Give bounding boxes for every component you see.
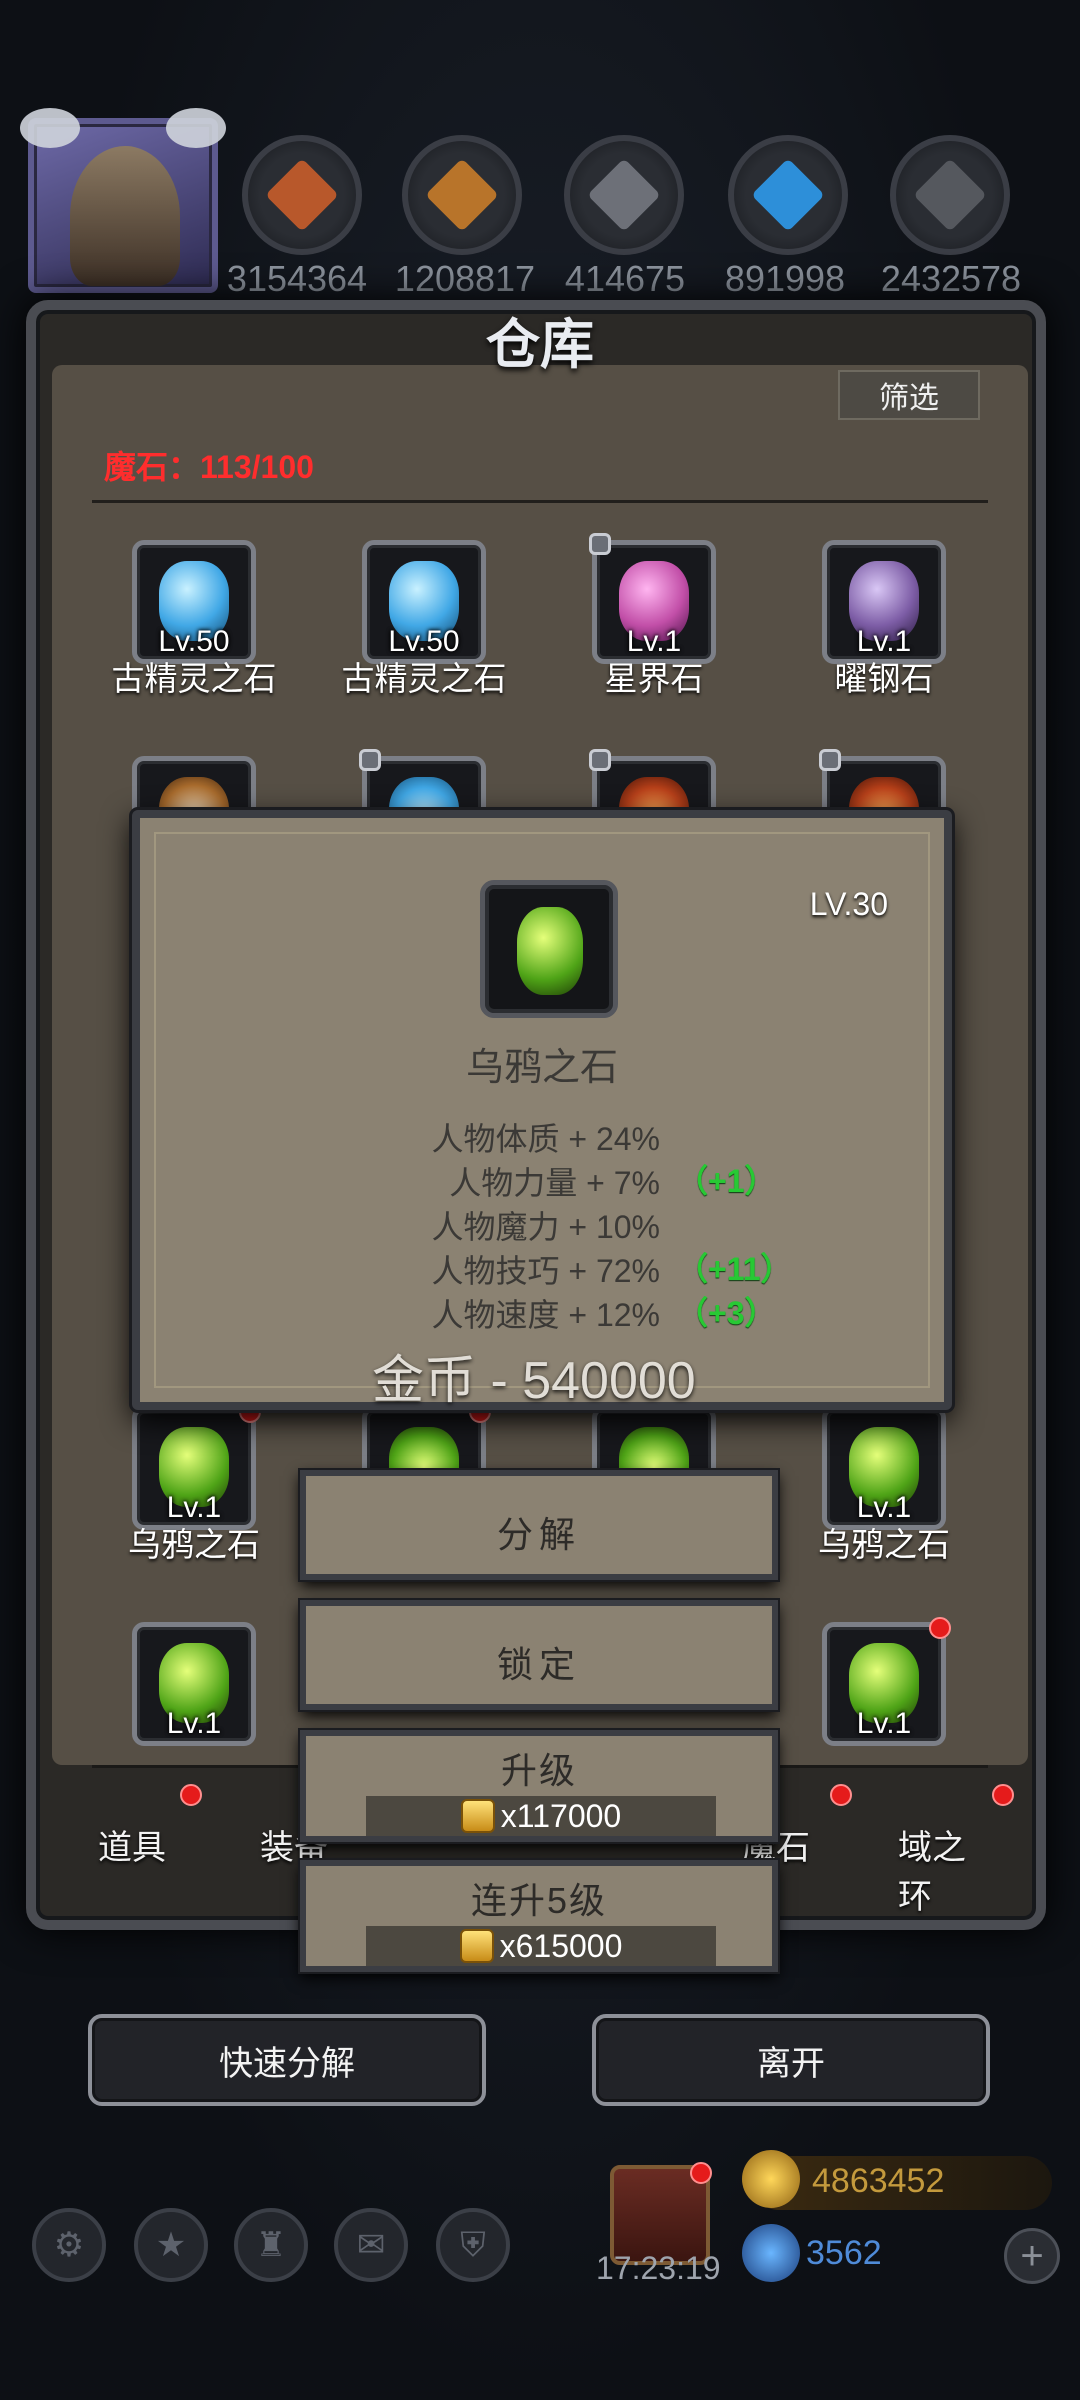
iron-resource-icon	[564, 135, 684, 255]
upgrade-label: 升级	[500, 1750, 577, 1791]
item-slot[interactable]: Lv.1	[132, 1622, 256, 1746]
event-timer: 17:23:19	[596, 2250, 721, 2286]
notification-dot	[929, 1617, 951, 1639]
stat-line: 人物体质 + 24%	[431, 1121, 660, 1157]
stat-line: 人物魔力 + 10%	[431, 1209, 660, 1245]
item-name: 古精灵之石	[111, 660, 277, 697]
resource-count: 2432578	[880, 258, 1022, 299]
item-slot[interactable]: Lv.50	[132, 540, 256, 664]
guild-icon[interactable]: ♜	[234, 2208, 308, 2282]
item-name: 乌鸦之石	[818, 1526, 950, 1563]
notification-dot	[830, 1784, 852, 1806]
filter-button[interactable]: 筛选	[838, 370, 980, 420]
resource-count: 1208817	[394, 258, 536, 299]
lock-button[interactable]: 锁定	[300, 1600, 778, 1710]
stat-line: 人物技巧 + 72%	[431, 1253, 660, 1289]
item-price: 金币 - 540000	[372, 1352, 696, 1410]
mail-icon[interactable]: ✉	[334, 2208, 408, 2282]
item-detail-name: 乌鸦之石	[465, 1047, 618, 1089]
lock-icon	[589, 533, 611, 555]
tab-items[interactable]: 道具	[98, 1820, 166, 1869]
resource-count: 891998	[724, 258, 846, 299]
tab-domain-ring[interactable]: 域之环	[898, 1820, 992, 1918]
item-name: 古精灵之石	[341, 660, 507, 697]
item-name: 星界石	[604, 660, 704, 697]
item-detail-popup: LV.30 乌鸦之石 人物体质 + 24% 人物力量 + 7% （+1） 人物魔…	[132, 810, 952, 1410]
notification-dot	[690, 2162, 712, 2184]
item-name: 曜钢石	[834, 660, 934, 697]
item-slot[interactable]: Lv.1	[132, 1401, 261, 1530]
item-level: Lv.1	[856, 1707, 912, 1740]
upgrade-5-levels-button[interactable]: 连升5级 x615000	[300, 1860, 778, 1972]
gem-icon	[742, 2224, 800, 2282]
item-level: Lv.1	[166, 1707, 222, 1740]
avatar-portrait	[70, 146, 180, 286]
add-currency-button[interactable]: +	[1004, 2228, 1060, 2284]
upgrade-5-cost-value: x615000	[499, 1927, 623, 1964]
notification-dot	[992, 1784, 1014, 1806]
upgrade-5-cost: x615000	[366, 1926, 716, 1966]
gold-amount: 4863452	[812, 2162, 945, 2200]
notification-dot	[180, 1784, 202, 1806]
steel-resource-icon	[890, 135, 1010, 255]
shield-icon[interactable]: ⛨	[436, 2208, 510, 2282]
resource-count: 414675	[564, 258, 686, 299]
quick-decompose-button[interactable]: 快速分解	[88, 2014, 486, 2106]
stat-bonus: （+11）	[676, 1251, 793, 1287]
leave-button[interactable]: 离开	[592, 2014, 990, 2106]
item-slot[interactable]: Lv.1	[822, 1406, 946, 1530]
decompose-label: 分解	[496, 1514, 581, 1555]
star-icon[interactable]: ★	[134, 2208, 208, 2282]
lock-icon	[589, 749, 611, 771]
crow-stone-icon	[517, 907, 583, 995]
stat-line: 人物速度 + 12%	[431, 1297, 660, 1333]
gold-icon	[742, 2150, 800, 2208]
item-slot[interactable]: Lv.1	[822, 1617, 951, 1746]
meat-resource-icon	[242, 135, 362, 255]
item-name: 乌鸦之石	[128, 1526, 260, 1563]
stat-bonus: （+1）	[676, 1163, 777, 1199]
stat-line: 人物力量 + 7%	[449, 1165, 660, 1201]
resource-count: 3154364	[226, 258, 368, 299]
item-slot[interactable]: Lv.1	[822, 540, 946, 664]
item-detail-level: LV.30	[809, 886, 888, 922]
item-slot[interactable]: Lv.1	[589, 533, 716, 664]
gem-amount: 3562	[806, 2234, 882, 2272]
settings-icon[interactable]: ⚙	[32, 2208, 106, 2282]
decompose-button[interactable]: 分解	[300, 1470, 778, 1580]
lock-icon	[819, 749, 841, 771]
lock-icon	[359, 749, 381, 771]
item-slot[interactable]: Lv.50	[362, 540, 486, 664]
gold-coin-icon	[459, 1929, 494, 1963]
upgrade-cost: x117000	[366, 1796, 716, 1836]
player-avatar[interactable]	[20, 108, 226, 293]
divider	[92, 500, 988, 503]
magic-stone-count: 魔石：113/100	[104, 449, 314, 485]
lock-label: 锁定	[496, 1644, 581, 1685]
game-screen: { "resources": [ {"icon": "meat-resource…	[0, 0, 1080, 2400]
panel-title: 仓库	[486, 315, 594, 375]
upgrade-5-label: 连升5级	[470, 1880, 608, 1921]
crystal-resource-icon	[728, 135, 848, 255]
gold-coin-icon	[460, 1799, 495, 1833]
stat-bonus: （+3）	[676, 1295, 777, 1331]
wood-resource-icon	[402, 135, 522, 255]
upgrade-button[interactable]: 升级 x117000	[300, 1730, 778, 1842]
upgrade-cost-value: x117000	[500, 1797, 622, 1834]
item-detail-slot	[480, 880, 618, 1018]
